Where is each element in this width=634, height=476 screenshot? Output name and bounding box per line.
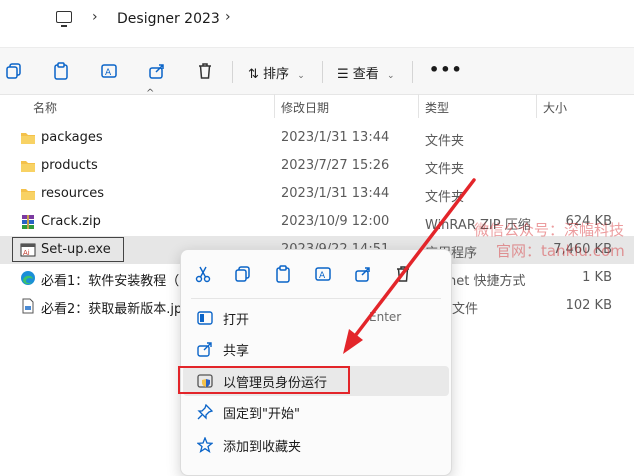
folder-icon <box>21 189 35 200</box>
menu-item-pin-to-start[interactable]: 固定到"开始" <box>183 397 449 427</box>
file-date: 2023/10/9 12:00 <box>281 214 390 229</box>
folder-icon <box>21 133 35 144</box>
menu-item-add-to-favorites[interactable]: 添加到收藏夹 <box>183 430 449 460</box>
file-name: Crack.zip <box>41 214 101 229</box>
folder-icon <box>21 161 35 172</box>
column-header: 名称 ^ 修改日期 类型 大小 <box>0 88 634 118</box>
svg-text:Ai: Ai <box>23 249 30 257</box>
column-name[interactable]: 名称 <box>33 99 57 116</box>
file-row-packages[interactable]: packages 2023/1/31 13:44 文件夹 <box>0 124 634 152</box>
sort-icon: ⇅ <box>248 67 259 82</box>
file-name: packages <box>41 130 103 145</box>
sort-ascending-icon: ^ <box>146 88 155 99</box>
delete-icon[interactable] <box>196 62 214 80</box>
chevron-down-icon: ⌄ <box>297 71 305 81</box>
annotation-highlight-box <box>178 366 350 394</box>
sort-label: 排序 <box>263 67 290 82</box>
rename-icon[interactable]: A <box>314 265 332 283</box>
column-size[interactable]: 大小 <box>543 99 567 116</box>
delete-icon[interactable] <box>394 265 412 283</box>
view-button[interactable]: ☰ 查看 ⌄ <box>337 63 395 82</box>
file-date: 2023/1/31 13:44 <box>281 186 390 201</box>
rename-icon[interactable]: A <box>100 62 118 80</box>
menu-divider <box>191 298 441 299</box>
paste-icon[interactable] <box>52 62 70 80</box>
cut-icon[interactable] <box>194 265 212 283</box>
open-icon <box>197 311 213 325</box>
menu-item-label: 固定到"开始" <box>223 407 300 422</box>
edge-icon <box>21 271 35 285</box>
menu-item-shortcut: Enter <box>369 310 402 324</box>
chevron-right-icon[interactable]: › <box>92 9 98 25</box>
exe-icon: Ai <box>20 243 36 257</box>
menu-item-open[interactable]: 打开 Enter <box>183 303 449 333</box>
menu-item-label: 共享 <box>223 344 250 359</box>
file-name: resources <box>41 186 105 201</box>
view-icon: ☰ <box>337 67 349 82</box>
address-bar: › Designer 2023 › <box>0 0 634 40</box>
copy-icon[interactable] <box>234 265 252 283</box>
toolbar-divider <box>322 61 323 83</box>
toolbar-divider <box>412 61 413 83</box>
file-row-products[interactable]: products 2023/7/27 15:26 文件夹 <box>0 152 634 180</box>
chevron-right-icon[interactable]: › <box>225 9 231 25</box>
share-icon[interactable] <box>148 62 166 80</box>
command-bar: A ⇅ 排序 ⌄ ☰ 查看 ⌄ ••• <box>0 47 634 95</box>
file-row-resources[interactable]: resources 2023/1/31 13:44 文件夹 <box>0 180 634 208</box>
column-divider[interactable] <box>274 94 275 118</box>
monitor-icon[interactable] <box>56 11 72 27</box>
menu-item-share[interactable]: 共享 <box>183 334 449 364</box>
share-icon <box>197 342 212 357</box>
file-type: 文件 <box>452 302 479 317</box>
file-name: Set-up.exe <box>41 242 111 257</box>
file-size: 102 KB <box>565 298 612 313</box>
winrar-icon <box>22 215 34 229</box>
column-type[interactable]: 类型 <box>425 99 449 116</box>
column-divider[interactable] <box>536 94 537 118</box>
svg-text:A: A <box>105 68 112 78</box>
file-size: 1 KB <box>582 270 612 285</box>
sort-button[interactable]: ⇅ 排序 ⌄ <box>248 63 305 82</box>
column-divider[interactable] <box>418 94 419 118</box>
watermark-website: 官网：tanklu.com <box>496 242 625 260</box>
share-icon[interactable] <box>354 265 372 283</box>
pin-icon <box>197 404 213 420</box>
file-type: 文件夹 <box>425 162 465 177</box>
menu-item-label: 打开 <box>223 313 250 328</box>
watermark-wechat: 微信公众号：深幅科技 <box>474 221 625 239</box>
file-name: 必看1：软件安装教程（需 <box>41 274 193 289</box>
file-name: 必看2：获取最新版本.jpg <box>41 302 191 317</box>
view-label: 查看 <box>352 67 379 82</box>
more-options-button[interactable]: ••• <box>429 60 463 79</box>
menu-item-label: 添加到收藏夹 <box>223 440 302 455</box>
image-file-icon <box>22 298 34 314</box>
file-type: net 快捷方式 <box>448 274 526 289</box>
svg-text:A: A <box>319 271 326 281</box>
paste-icon[interactable] <box>274 265 292 283</box>
file-date: 2023/7/27 15:26 <box>281 158 390 173</box>
chevron-down-icon: ⌄ <box>386 71 395 81</box>
file-type: 文件夹 <box>425 134 465 149</box>
context-menu: A 打开 Enter 共享 以管理员身份运行 固定到"开始" 添加到收藏夹 <box>180 249 452 476</box>
toolbar-divider <box>232 61 233 83</box>
copy-icon[interactable] <box>5 62 23 80</box>
file-type: 文件夹 <box>425 190 465 205</box>
file-name: products <box>41 158 98 173</box>
file-date: 2023/1/31 13:44 <box>281 130 390 145</box>
breadcrumb-designer-2023[interactable]: Designer 2023 <box>117 11 220 27</box>
column-date[interactable]: 修改日期 <box>281 99 329 116</box>
star-icon <box>197 437 213 453</box>
